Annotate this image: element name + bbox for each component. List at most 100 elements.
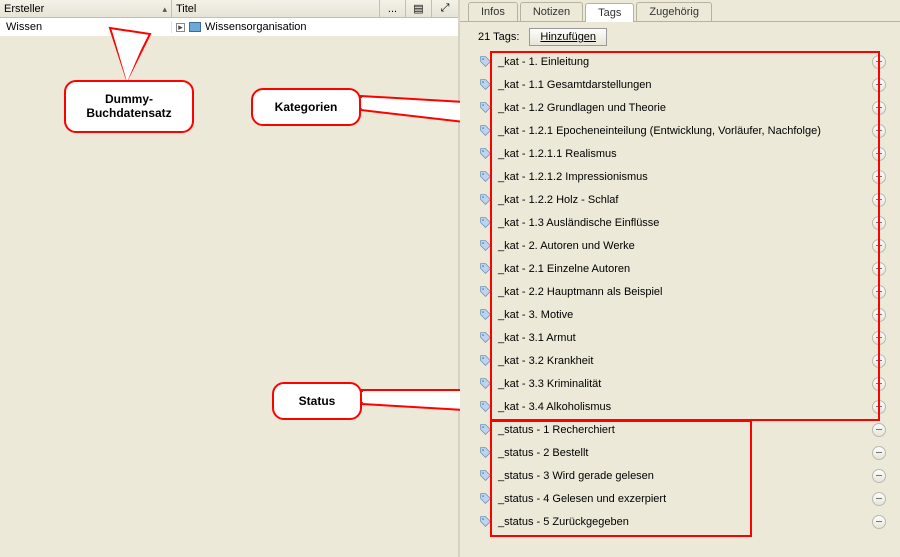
tag-row[interactable]: _status - 3 Wird gerade gelesen	[474, 464, 892, 487]
remove-tag-button[interactable]	[872, 492, 886, 506]
remove-tag-button[interactable]	[872, 354, 886, 368]
tags-list: _kat - 1. Einleitung _kat - 1.1 Gesamtdar…	[474, 50, 892, 549]
tag-label: _kat - 1.2.2 Holz - Schlaf	[498, 194, 864, 206]
tag-row[interactable]: _kat - 3.1 Armut	[474, 326, 892, 349]
tree-expand-icon[interactable]: ▸	[176, 23, 185, 32]
tab-notizen[interactable]: Notizen	[520, 2, 583, 21]
annotation-dummy: Dummy- Buchdatensatz	[64, 80, 194, 133]
column-header-end[interactable]: ⤢	[432, 0, 458, 17]
tag-icon	[478, 492, 492, 506]
tag-row[interactable]: _kat - 3.2 Krankheit	[474, 349, 892, 372]
remove-tag-button[interactable]	[872, 216, 886, 230]
book-icon	[189, 22, 201, 32]
tag-row[interactable]: _kat - 3.4 Alkoholismus	[474, 395, 892, 418]
tag-label: _status - 5 Zurückgegeben	[498, 516, 864, 528]
cell-titel-text: Wissensorganisation	[205, 21, 307, 33]
tag-icon	[478, 377, 492, 391]
tag-row[interactable]: _kat - 1.1 Gesamtdarstellungen	[474, 73, 892, 96]
tag-icon	[478, 101, 492, 115]
cell-titel: ▸ Wissensorganisation	[172, 21, 458, 33]
tag-row[interactable]: _kat - 2. Autoren und Werke	[474, 234, 892, 257]
tag-label: _status - 4 Gelesen und exzerpiert	[498, 493, 864, 505]
tag-row[interactable]: _kat - 1.2.1.2 Impressionismus	[474, 165, 892, 188]
tag-label: _status - 3 Wird gerade gelesen	[498, 470, 864, 482]
remove-tag-button[interactable]	[872, 124, 886, 138]
tag-icon	[478, 400, 492, 414]
column-header-ersteller[interactable]: Ersteller	[0, 0, 172, 17]
remove-tag-button[interactable]	[872, 331, 886, 345]
column-headers: Ersteller Titel ... ▤ ⤢	[0, 0, 458, 18]
remove-tag-button[interactable]	[872, 469, 886, 483]
remove-tag-button[interactable]	[872, 55, 886, 69]
tag-row[interactable]: _kat - 1. Einleitung	[474, 50, 892, 73]
remove-tag-button[interactable]	[872, 377, 886, 391]
tag-row[interactable]: _status - 1 Recherchiert	[474, 418, 892, 441]
tag-label: _status - 2 Bestellt	[498, 447, 864, 459]
tag-label: _kat - 3.1 Armut	[498, 332, 864, 344]
tag-label: _kat - 1. Einleitung	[498, 56, 864, 68]
tag-row[interactable]: _kat - 1.2.2 Holz - Schlaf	[474, 188, 892, 211]
remove-tag-button[interactable]	[872, 101, 886, 115]
remove-tag-button[interactable]	[872, 515, 886, 529]
tag-icon	[478, 285, 492, 299]
tab-tags[interactable]: Tags	[585, 3, 634, 22]
tag-row[interactable]: _kat - 3. Motive	[474, 303, 892, 326]
add-tag-button[interactable]: Hinzufügen	[529, 28, 607, 46]
tag-label: _kat - 2.2 Hauptmann als Beispiel	[498, 286, 864, 298]
tag-row[interactable]: _kat - 1.2.1 Epocheneinteilung (Entwickl…	[474, 119, 892, 142]
annotation-text: Kategorien	[275, 100, 338, 114]
cell-ersteller: Wissen	[0, 21, 172, 33]
tag-label: _kat - 1.3 Ausländische Einflüsse	[498, 217, 864, 229]
list-row[interactable]: Wissen ▸ Wissensorganisation	[0, 18, 458, 36]
tag-label: _kat - 3.3 Kriminalität	[498, 378, 864, 390]
remove-tag-button[interactable]	[872, 78, 886, 92]
tag-label: _kat - 2.1 Einzelne Autoren	[498, 263, 864, 275]
remove-tag-button[interactable]	[872, 239, 886, 253]
tag-icon	[478, 331, 492, 345]
column-header-attach[interactable]: ▤	[406, 0, 432, 17]
remove-tag-button[interactable]	[872, 262, 886, 276]
tag-icon	[478, 469, 492, 483]
tag-label: _kat - 1.2 Grundlagen und Theorie	[498, 102, 864, 114]
column-header-dots[interactable]: ...	[380, 0, 406, 17]
tag-row[interactable]: _kat - 1.3 Ausländische Einflüsse	[474, 211, 892, 234]
tag-label: _kat - 1.2.1.2 Impressionismus	[498, 171, 864, 183]
tag-label: _kat - 3. Motive	[498, 309, 864, 321]
tag-icon	[478, 515, 492, 529]
tag-row[interactable]: _status - 4 Gelesen und exzerpiert	[474, 487, 892, 510]
tag-icon	[478, 78, 492, 92]
remove-tag-button[interactable]	[872, 308, 886, 322]
details-pane: InfosNotizenTagsZugehörig 21 Tags: Hinzu…	[460, 0, 900, 557]
remove-tag-button[interactable]	[872, 170, 886, 184]
tag-row[interactable]: _kat - 3.3 Kriminalität	[474, 372, 892, 395]
column-label: Titel	[176, 3, 196, 15]
tag-icon	[478, 124, 492, 138]
remove-tag-button[interactable]	[872, 423, 886, 437]
tag-label: _kat - 1.2.1 Epocheneinteilung (Entwickl…	[498, 125, 864, 137]
sort-ascending-icon	[158, 3, 167, 15]
tags-toolbar: 21 Tags: Hinzufügen	[460, 22, 900, 46]
annotation-kategorien: Kategorien	[251, 88, 361, 126]
annotation-text: Buchdatensatz	[86, 106, 171, 120]
tag-row[interactable]: _kat - 1.2.1.1 Realismus	[474, 142, 892, 165]
remove-tag-button[interactable]	[872, 400, 886, 414]
tag-icon	[478, 446, 492, 460]
tab-zugehörig[interactable]: Zugehörig	[636, 2, 712, 21]
tab-infos[interactable]: Infos	[468, 2, 518, 21]
tag-row[interactable]: _status - 5 Zurückgegeben	[474, 510, 892, 533]
tag-label: _kat - 3.2 Krankheit	[498, 355, 864, 367]
remove-tag-button[interactable]	[872, 193, 886, 207]
column-label: Ersteller	[4, 3, 44, 15]
tag-row[interactable]: _kat - 2.2 Hauptmann als Beispiel	[474, 280, 892, 303]
tag-row[interactable]: _status - 2 Bestellt	[474, 441, 892, 464]
tag-row[interactable]: _kat - 2.1 Einzelne Autoren	[474, 257, 892, 280]
column-header-titel[interactable]: Titel	[172, 0, 380, 17]
remove-tag-button[interactable]	[872, 446, 886, 460]
annotation-text: Status	[299, 394, 336, 408]
tag-label: _kat - 2. Autoren und Werke	[498, 240, 864, 252]
remove-tag-button[interactable]	[872, 147, 886, 161]
tag-icon	[478, 55, 492, 69]
tag-icon	[478, 170, 492, 184]
remove-tag-button[interactable]	[872, 285, 886, 299]
tag-row[interactable]: _kat - 1.2 Grundlagen und Theorie	[474, 96, 892, 119]
